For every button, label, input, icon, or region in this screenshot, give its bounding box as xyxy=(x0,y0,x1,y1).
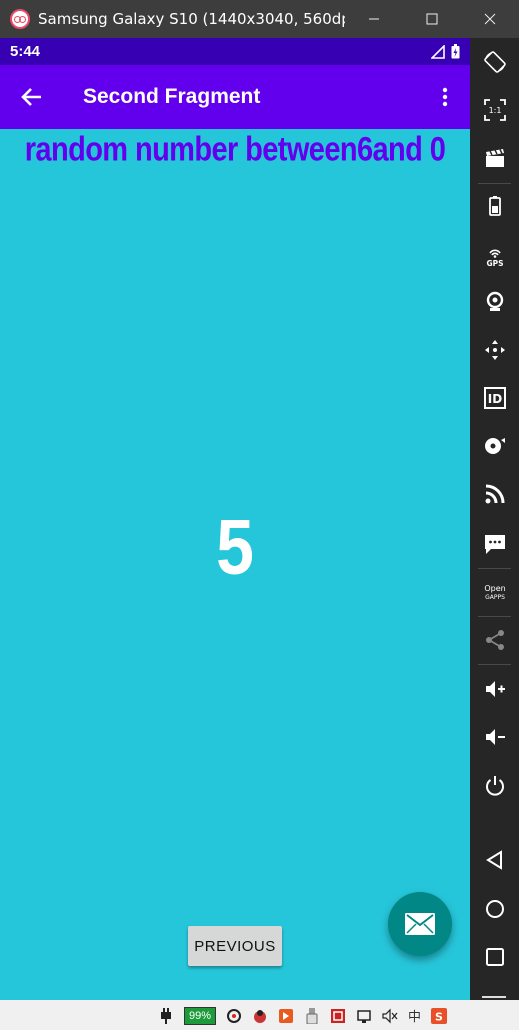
arrow-left-icon xyxy=(21,88,41,106)
shield-icon[interactable] xyxy=(330,1008,346,1024)
toolbar-divider xyxy=(478,664,511,665)
android-recents-button[interactable] xyxy=(470,935,519,979)
battery-icon xyxy=(488,196,501,216)
plug-icon[interactable] xyxy=(158,1007,174,1024)
network-icon[interactable] xyxy=(356,1008,372,1024)
gps-icon: GPS xyxy=(486,249,503,268)
previous-button[interactable]: PREVIOUS xyxy=(188,926,282,966)
opengapps-icon: OpenGAPPS xyxy=(484,584,505,601)
ime-icon[interactable]: 中 xyxy=(408,1006,421,1025)
close-icon xyxy=(484,13,496,25)
nav-home-icon xyxy=(485,900,504,918)
pixel-perfect-button[interactable]: 1:1 xyxy=(470,88,519,132)
one-to-one-icon: 1:1 xyxy=(483,99,506,121)
svg-text:1:1: 1:1 xyxy=(488,106,501,115)
gps-widget-button[interactable]: GPS xyxy=(470,234,519,278)
svg-text:Open: Open xyxy=(484,584,505,593)
share-button[interactable] xyxy=(470,618,519,662)
emulator-side-toolbar: 1:1 GPS ID Open GAPPS xyxy=(470,38,519,1000)
rss-icon xyxy=(485,484,504,504)
maximize-icon xyxy=(426,13,438,25)
move-icon xyxy=(484,340,505,360)
random-number-value: 5 xyxy=(216,503,254,591)
windows-taskbar: 99% 中 S xyxy=(0,1000,519,1030)
close-button[interactable] xyxy=(461,0,519,38)
svg-text:GPS: GPS xyxy=(486,259,503,268)
nav-back-icon xyxy=(485,850,502,870)
minimize-button[interactable] xyxy=(345,0,403,38)
battery-icon xyxy=(451,44,460,59)
power-button[interactable] xyxy=(470,764,519,808)
app-icon-2[interactable] xyxy=(278,1008,294,1024)
network-widget-button[interactable] xyxy=(470,472,519,516)
phone-screen: 5:44 Second Fragment random number betwe… xyxy=(0,38,470,1000)
camera-icon xyxy=(486,291,503,311)
sogou-icon[interactable]: S xyxy=(431,1007,448,1024)
minimize-icon xyxy=(369,18,379,20)
volume-up-icon xyxy=(485,681,505,697)
overflow-menu-button[interactable] xyxy=(420,65,470,129)
more-vert-icon xyxy=(442,87,448,107)
power-icon xyxy=(485,776,504,796)
maximize-button[interactable] xyxy=(403,0,461,38)
window-titlebar: Samsung Galaxy S10 (1440x3040, 560dp... xyxy=(0,0,519,38)
motion-widget-button[interactable] xyxy=(470,328,519,372)
app-toolbar: Second Fragment xyxy=(0,65,470,129)
svg-text:GAPPS: GAPPS xyxy=(485,594,505,601)
window-title: Samsung Galaxy S10 (1440x3040, 560dp... xyxy=(38,10,345,28)
android-home-button[interactable] xyxy=(470,887,519,931)
app-icon[interactable] xyxy=(252,1008,268,1024)
phone-widget-button[interactable] xyxy=(470,522,519,566)
nav-recents-icon xyxy=(485,948,504,966)
svg-text:ID: ID xyxy=(487,392,501,406)
signal-icon xyxy=(431,44,445,59)
usb-icon[interactable] xyxy=(304,1007,320,1024)
toolbar-divider xyxy=(478,616,511,617)
rotate-button[interactable] xyxy=(470,40,519,84)
svg-text:S: S xyxy=(435,1010,443,1023)
identifiers-widget-button[interactable]: ID xyxy=(470,376,519,420)
mail-fab-button[interactable] xyxy=(388,892,452,956)
battery-widget-button[interactable] xyxy=(470,184,519,228)
volume-up-button[interactable] xyxy=(470,667,519,711)
android-statusbar: 5:44 xyxy=(0,38,470,65)
message-icon xyxy=(484,535,505,554)
toolbar-divider xyxy=(478,568,511,569)
back-button[interactable] xyxy=(0,65,64,129)
opengapps-button[interactable]: Open GAPPS xyxy=(470,570,519,614)
clapper-icon xyxy=(485,149,504,167)
genymotion-logo-icon xyxy=(10,9,30,29)
volume-down-button[interactable] xyxy=(470,715,519,759)
android-back-button[interactable] xyxy=(470,838,519,882)
toolbar-title: Second Fragment xyxy=(83,85,261,108)
camera-widget-button[interactable] xyxy=(470,280,519,324)
rotate-icon xyxy=(483,51,506,73)
id-icon: ID xyxy=(483,387,506,409)
random-range-heading: random number between6and 0 xyxy=(24,131,446,169)
screencast-button[interactable] xyxy=(470,136,519,180)
system-tray: 99% 中 S xyxy=(158,1006,448,1025)
status-time: 5:44 xyxy=(10,43,41,60)
mute-icon[interactable] xyxy=(382,1008,398,1024)
wifi-icon[interactable] xyxy=(226,1008,242,1024)
menu-handle xyxy=(482,996,506,998)
share-icon xyxy=(485,630,504,650)
volume-down-icon xyxy=(485,729,505,745)
battery-percent-badge[interactable]: 99% xyxy=(184,1006,217,1025)
mail-icon xyxy=(405,913,435,935)
disk-io-widget-button[interactable] xyxy=(470,424,519,468)
disc-icon xyxy=(484,438,505,454)
